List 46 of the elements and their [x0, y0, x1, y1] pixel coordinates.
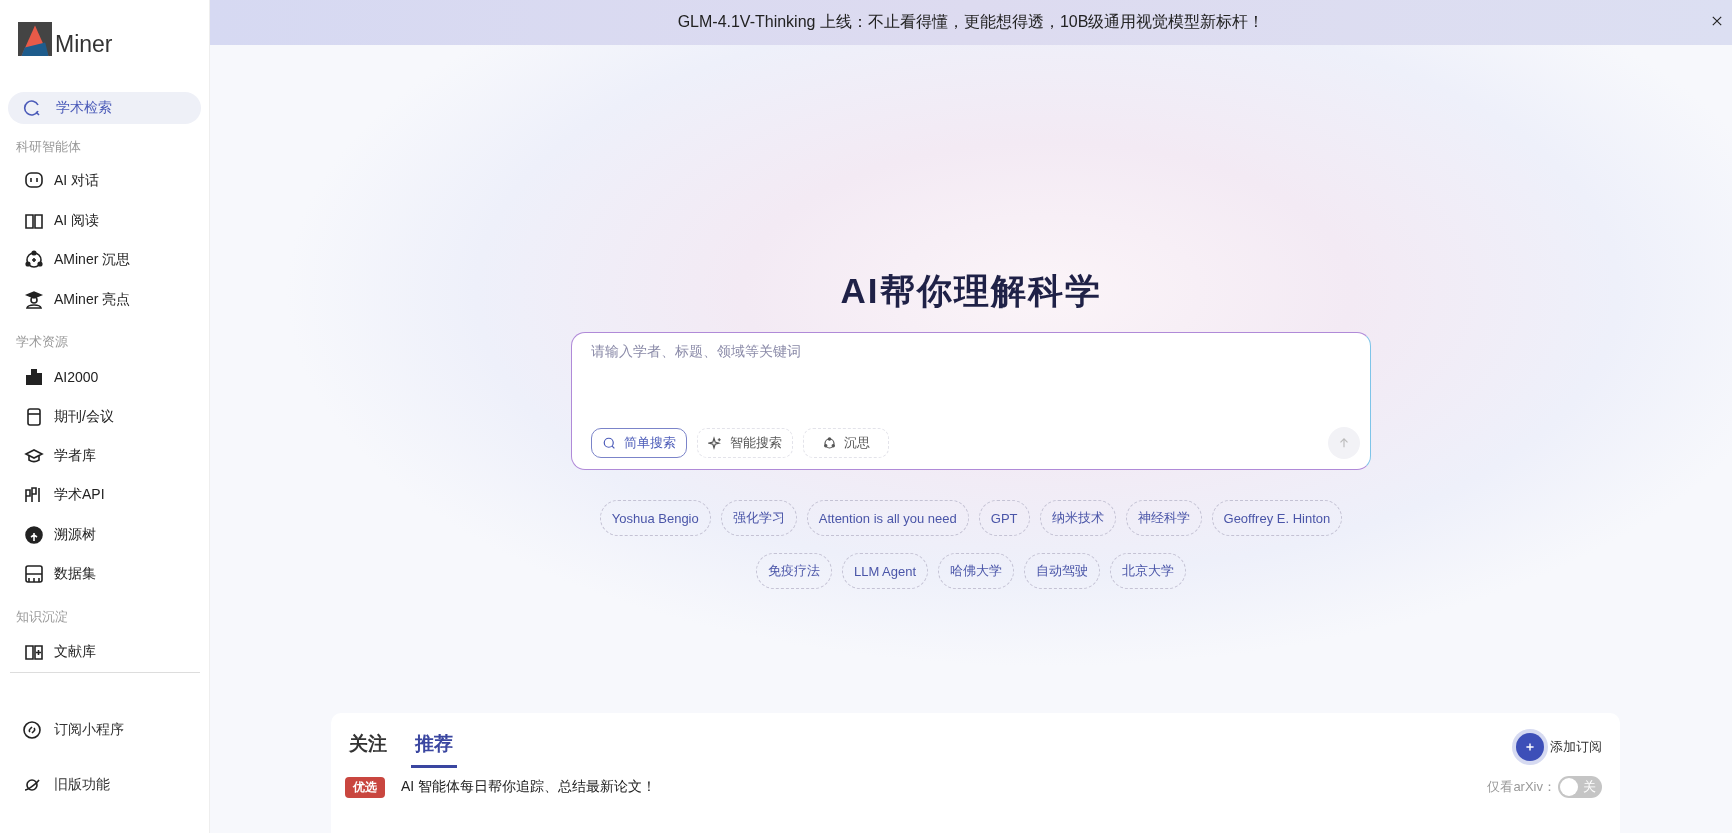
sidebar-item[interactable]: AI 阅读	[8, 201, 201, 241]
search-field[interactable]: 请输入学者、标题、领域等关键词 简单搜索 智能搜索 沉思	[571, 332, 1371, 470]
sidebar-item[interactable]: 数据集	[8, 554, 201, 595]
feed-tab[interactable]: 关注	[345, 725, 391, 768]
hero-title: AI帮你理解科学	[840, 270, 1102, 312]
sidebar-link[interactable]: 订阅小程序	[8, 702, 201, 758]
sidebar-item[interactable]: 学术API	[8, 475, 201, 516]
search-icon	[22, 97, 42, 118]
sparkle-icon	[708, 435, 723, 451]
sidebar-item[interactable]: AMiner 亮点	[8, 279, 201, 320]
search-mode-button[interactable]: 智能搜索	[697, 428, 793, 458]
banner-text[interactable]: GLM-4.1V-Thinking 上线：不止看得懂，更能想得透，10B级通用视觉模型新标杆！	[677, 12, 1265, 33]
sidebar-item[interactable]: AI2000	[8, 357, 201, 397]
sidebar-item[interactable]: 文献库	[8, 632, 201, 672]
close-button[interactable]	[1710, 14, 1724, 28]
dataset-icon	[24, 564, 44, 585]
graduate-icon	[24, 289, 44, 310]
feed-tab[interactable]: 推荐	[411, 725, 457, 768]
search-mode-button[interactable]: 简单搜索	[591, 428, 687, 458]
search-icon	[602, 435, 617, 451]
tag-badge: 优选	[345, 776, 385, 798]
logo-text: Miner	[55, 33, 113, 56]
sidebar-item[interactable]: 期刊/会议	[8, 396, 201, 437]
feed-message: AI 智能体每日帮你追踪、总结最新论文！	[401, 778, 657, 796]
add-subscription-button[interactable]: 添加订阅	[1516, 732, 1602, 761]
logo-icon	[16, 22, 54, 56]
sidebar-item[interactable]: 学者库	[8, 436, 201, 476]
arxiv-filter-label: 仅看arXiv：	[1487, 778, 1556, 796]
sidebar-item[interactable]: 溯源树	[8, 515, 201, 555]
journal-icon	[24, 406, 44, 427]
network-icon	[822, 435, 837, 451]
search-mode-button[interactable]: 沉思	[803, 428, 889, 458]
podium-icon	[24, 367, 44, 388]
sidebar-item[interactable]: AI 对话	[8, 161, 201, 201]
close-icon	[1710, 14, 1724, 28]
plus-icon	[1524, 740, 1536, 753]
section-title: 科研智能体	[15, 137, 82, 156]
sidebar-link[interactable]: 旧版功能	[8, 757, 201, 813]
tree-circle-icon	[24, 524, 44, 545]
sidebar-item[interactable]: 学术检索	[8, 92, 201, 124]
network-icon	[24, 250, 44, 271]
arrow-up-icon	[1337, 436, 1351, 450]
section-title: 学术资源	[15, 333, 69, 352]
section-title: 知识沉淀	[15, 608, 69, 627]
link-circle-icon	[22, 720, 42, 741]
sidebar-item[interactable]: AMiner 沉思	[8, 240, 201, 280]
